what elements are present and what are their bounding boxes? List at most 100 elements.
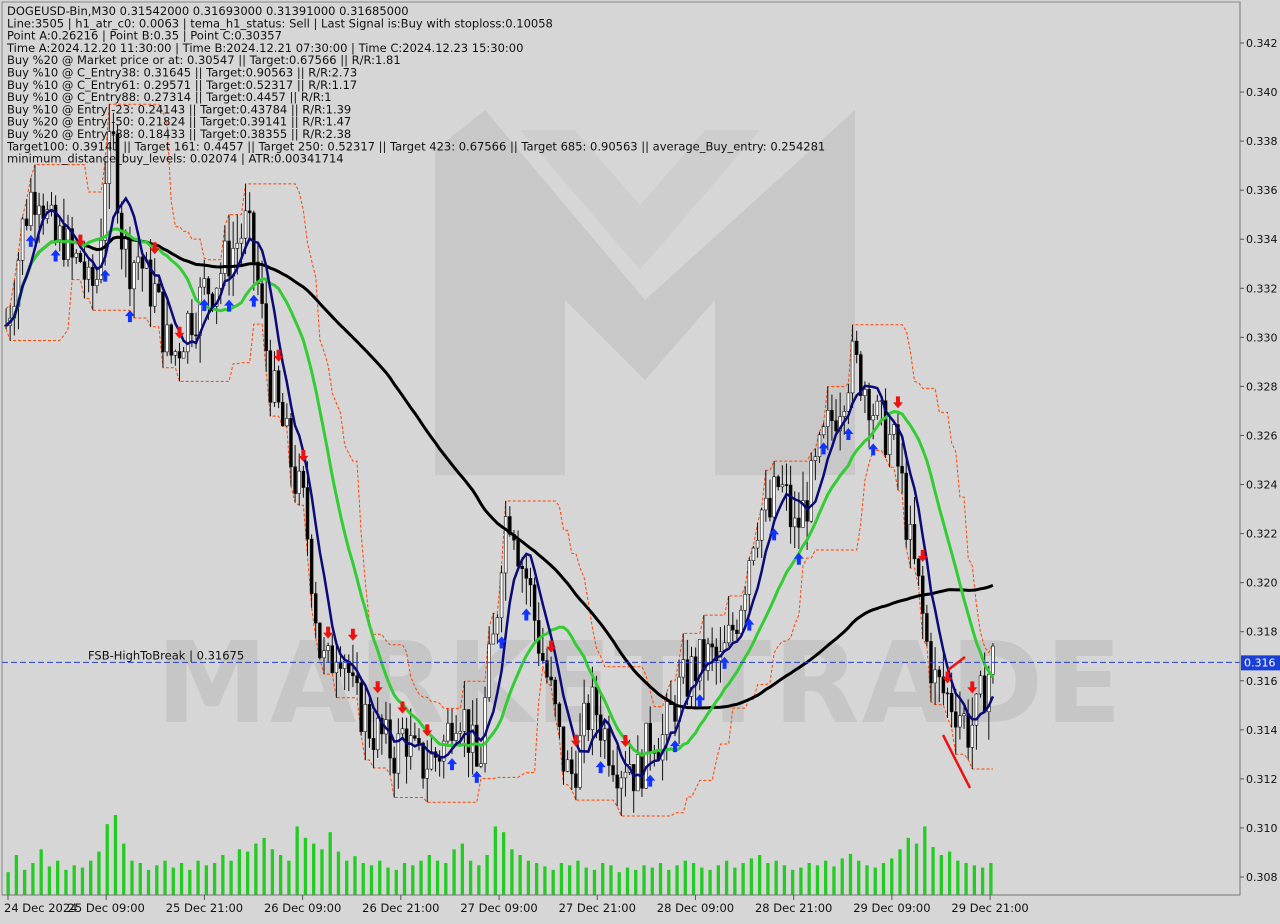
volume-bar	[956, 860, 960, 895]
volume-bar	[890, 858, 894, 895]
candle-body	[735, 629, 739, 634]
volume-bar	[782, 865, 787, 895]
volume-bar	[221, 855, 225, 895]
volume-bar	[6, 872, 10, 895]
price-tick-label: 0.328	[1246, 380, 1278, 393]
candle-body	[95, 279, 99, 286]
time-tick-label: 29 Dec 21:00	[951, 901, 1028, 915]
price-chart[interactable]: MARKETTRADE FSB-HighToBreak | 0.31675 0.…	[0, 0, 1280, 920]
volume-bar	[14, 855, 19, 895]
volume-bar	[642, 865, 646, 895]
candle-body	[817, 434, 822, 457]
volume-bar	[64, 869, 68, 895]
candle-body	[867, 389, 871, 421]
candle-body	[900, 465, 904, 474]
volume-bar	[931, 847, 935, 895]
candle-body	[673, 704, 677, 722]
volume-bar	[89, 860, 93, 895]
volume-bar	[155, 865, 159, 895]
volume-bar	[105, 824, 109, 895]
volume-bar	[312, 843, 316, 895]
candle-body	[301, 470, 306, 488]
volume-bar	[584, 867, 588, 895]
volume-bar	[609, 865, 613, 895]
candle-body	[82, 261, 87, 280]
candle-body	[557, 703, 562, 728]
candle-body	[408, 735, 413, 757]
candle-body	[243, 210, 248, 239]
volume-bar	[97, 851, 101, 895]
candle-body	[887, 434, 892, 455]
candle-body	[830, 409, 834, 421]
candle-body	[140, 256, 145, 269]
candle-body	[375, 717, 380, 751]
candle-body	[619, 777, 624, 789]
candle-body	[293, 466, 297, 494]
candle-body	[91, 266, 95, 286]
candle-body	[400, 728, 405, 735]
candle-body	[834, 420, 838, 432]
candle-body	[165, 324, 169, 353]
candle-body	[549, 676, 553, 681]
candle-body	[280, 401, 285, 427]
candle-body	[334, 661, 339, 674]
info-line: minimum_distance_buy_levels: 0.02074 | A…	[7, 152, 344, 166]
volume-bar	[914, 843, 919, 895]
candle-body	[458, 730, 463, 734]
candle-body	[776, 476, 780, 488]
volume-bar	[799, 867, 803, 895]
volume-bar	[80, 867, 85, 895]
candle-body	[223, 240, 227, 274]
candle-body	[450, 722, 454, 741]
candle-body	[462, 709, 467, 732]
volume-bar	[634, 869, 638, 895]
candle-body	[503, 516, 508, 574]
candle-body	[309, 538, 314, 594]
time-tick-label: 27 Dec 21:00	[559, 901, 636, 915]
volume-bar	[477, 865, 481, 895]
time-tick-label: 24 Dec 2024	[4, 901, 77, 915]
candle-body	[615, 774, 619, 789]
volume-bar	[303, 837, 308, 895]
candle-body	[945, 692, 950, 695]
candle-body	[875, 400, 880, 416]
volume-bar	[568, 865, 572, 895]
volume-bar	[774, 860, 778, 895]
volume-bar	[617, 872, 621, 895]
volume-bar	[336, 851, 341, 895]
volume-bar	[130, 860, 134, 895]
price-tick-label: 0.340	[1246, 86, 1278, 99]
candle-body	[74, 252, 79, 258]
volume-bar	[378, 860, 382, 895]
volume-bar	[848, 853, 853, 895]
volume-bar	[196, 860, 200, 895]
volume-bar	[345, 860, 349, 895]
volume-bar	[122, 843, 126, 895]
candle-body	[57, 225, 62, 242]
time-tick-label: 25 Dec 09:00	[68, 901, 145, 915]
price-tick-label: 0.316	[1246, 675, 1278, 688]
volume-bar	[386, 867, 390, 895]
volume-bar	[716, 865, 720, 895]
volume-bar	[667, 869, 671, 895]
volume-bar	[31, 863, 35, 895]
candle-body	[768, 497, 772, 518]
price-tick-label: 0.338	[1246, 135, 1278, 148]
volume-bar	[733, 867, 737, 895]
volume-bar	[592, 869, 597, 895]
price-tick-label: 0.324	[1246, 479, 1278, 492]
candle-body	[958, 715, 962, 728]
chart-window[interactable]: MARKETTRADE FSB-HighToBreak | 0.31675 0.…	[0, 0, 1280, 920]
candle-body	[103, 183, 107, 241]
volume-bar	[683, 860, 687, 895]
time-tick-label: 28 Dec 21:00	[755, 901, 832, 915]
candle-body	[743, 594, 747, 611]
candle-body	[318, 622, 322, 659]
candle-body	[181, 351, 186, 359]
candle-body	[446, 722, 450, 742]
candle-body	[33, 191, 37, 215]
candle-body	[664, 701, 669, 735]
volume-bar	[485, 855, 489, 895]
volume-bar	[625, 867, 630, 895]
volume-bar	[658, 863, 663, 895]
